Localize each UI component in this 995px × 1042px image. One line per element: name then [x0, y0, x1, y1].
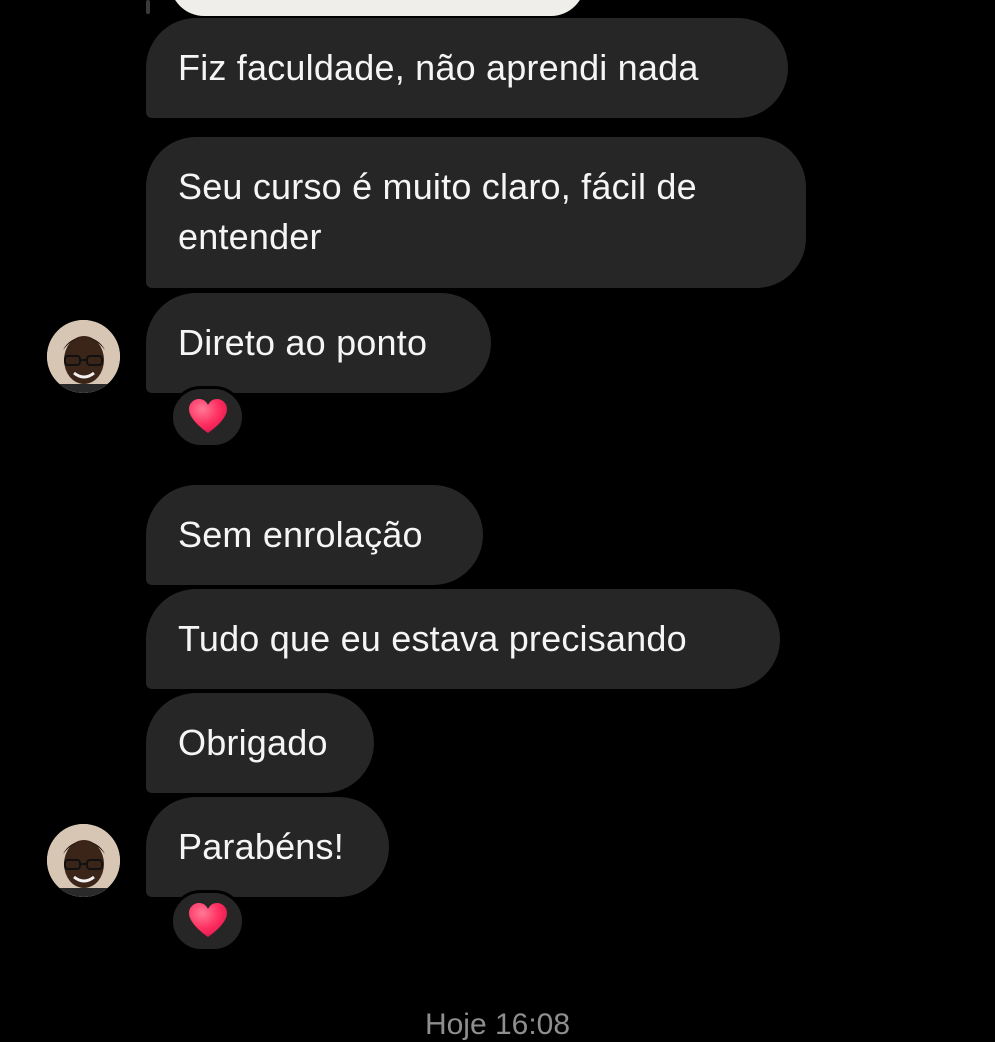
chat-thread: Fiz faculdade, não aprendi nada Seu curs…: [0, 0, 995, 1041]
reply-indicator-bar: [146, 0, 150, 14]
heart-icon: [188, 399, 227, 433]
avatar-image: [47, 824, 120, 897]
sender-avatar[interactable]: [47, 320, 120, 393]
previous-media-message[interactable]: [170, 0, 585, 16]
message-text: Fiz faculdade, não aprendi nada: [178, 47, 699, 88]
avatar-image: [47, 320, 120, 393]
message-text: Sem enrolação: [178, 514, 423, 555]
message-text: Obrigado: [178, 722, 328, 763]
message-bubble[interactable]: Seu curso é muito claro, fácil de entend…: [146, 137, 806, 288]
message-text: Tudo que eu estava precisando: [178, 618, 687, 659]
message-text: Direto ao ponto: [178, 322, 428, 363]
message-text: Parabéns!: [178, 826, 344, 867]
message-bubble[interactable]: Direto ao ponto: [146, 293, 491, 393]
reaction-badge[interactable]: [170, 386, 245, 448]
reaction-badge[interactable]: [170, 890, 245, 952]
message-text: Seu curso é muito claro, fácil de entend…: [178, 166, 697, 257]
message-bubble[interactable]: Tudo que eu estava precisando: [146, 589, 780, 689]
sender-avatar[interactable]: [47, 824, 120, 897]
message-bubble[interactable]: Fiz faculdade, não aprendi nada: [146, 18, 788, 118]
message-bubble[interactable]: Obrigado: [146, 693, 374, 793]
message-bubble[interactable]: Sem enrolação: [146, 485, 483, 585]
message-bubble[interactable]: Parabéns!: [146, 797, 389, 897]
heart-icon: [188, 903, 227, 937]
conversation-timestamp: Hoje 16:08: [424, 1008, 571, 1041]
